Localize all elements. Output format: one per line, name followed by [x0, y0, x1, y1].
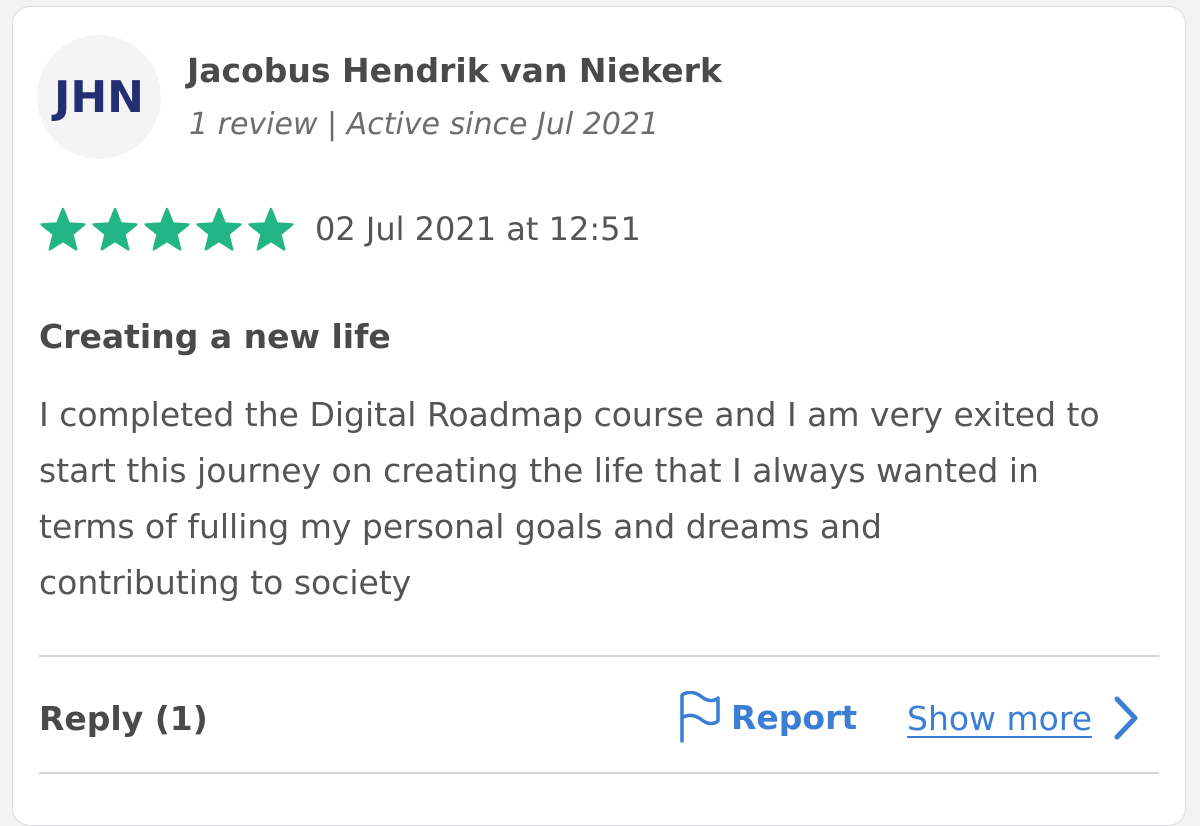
- star-icon: [92, 207, 138, 251]
- review-body-line: start this journey on creating the life …: [39, 451, 1039, 490]
- divider: [39, 655, 1159, 657]
- star-icon: [40, 207, 86, 251]
- review-card: JHN Jacobus Hendrik van Niekerk 1 review…: [12, 6, 1186, 826]
- reviewer-meta: 1 review | Active since Jul 2021: [189, 107, 660, 142]
- review-title: Creating a new life: [39, 317, 391, 356]
- chevron-right-icon: [1114, 696, 1138, 740]
- show-more-link[interactable]: Show more: [907, 695, 1140, 741]
- star-icon: [196, 207, 242, 251]
- reply-button[interactable]: Reply (1): [39, 699, 208, 738]
- review-body-line: terms of fulling my personal goals and d…: [39, 507, 882, 546]
- star-icon: [144, 207, 190, 251]
- star-icon: [248, 207, 294, 251]
- reviewer-name[interactable]: Jacobus Hendrik van Niekerk: [187, 51, 722, 90]
- review-date: 02 Jul 2021 at 12:51: [315, 210, 641, 248]
- divider: [39, 772, 1159, 774]
- report-button[interactable]: Report: [677, 691, 857, 743]
- show-more-label: Show more: [907, 698, 1093, 738]
- avatar-initials: JHN: [53, 71, 145, 123]
- review-body-line: I completed the Digital Roadmap course a…: [39, 395, 1100, 434]
- review-body: I completed the Digital Roadmap course a…: [39, 387, 1169, 611]
- star-rating: [39, 207, 295, 253]
- flag-icon: [680, 691, 720, 743]
- report-label: Report: [731, 697, 858, 737]
- review-body-line: contributing to society: [39, 563, 412, 602]
- avatar: JHN: [37, 35, 161, 159]
